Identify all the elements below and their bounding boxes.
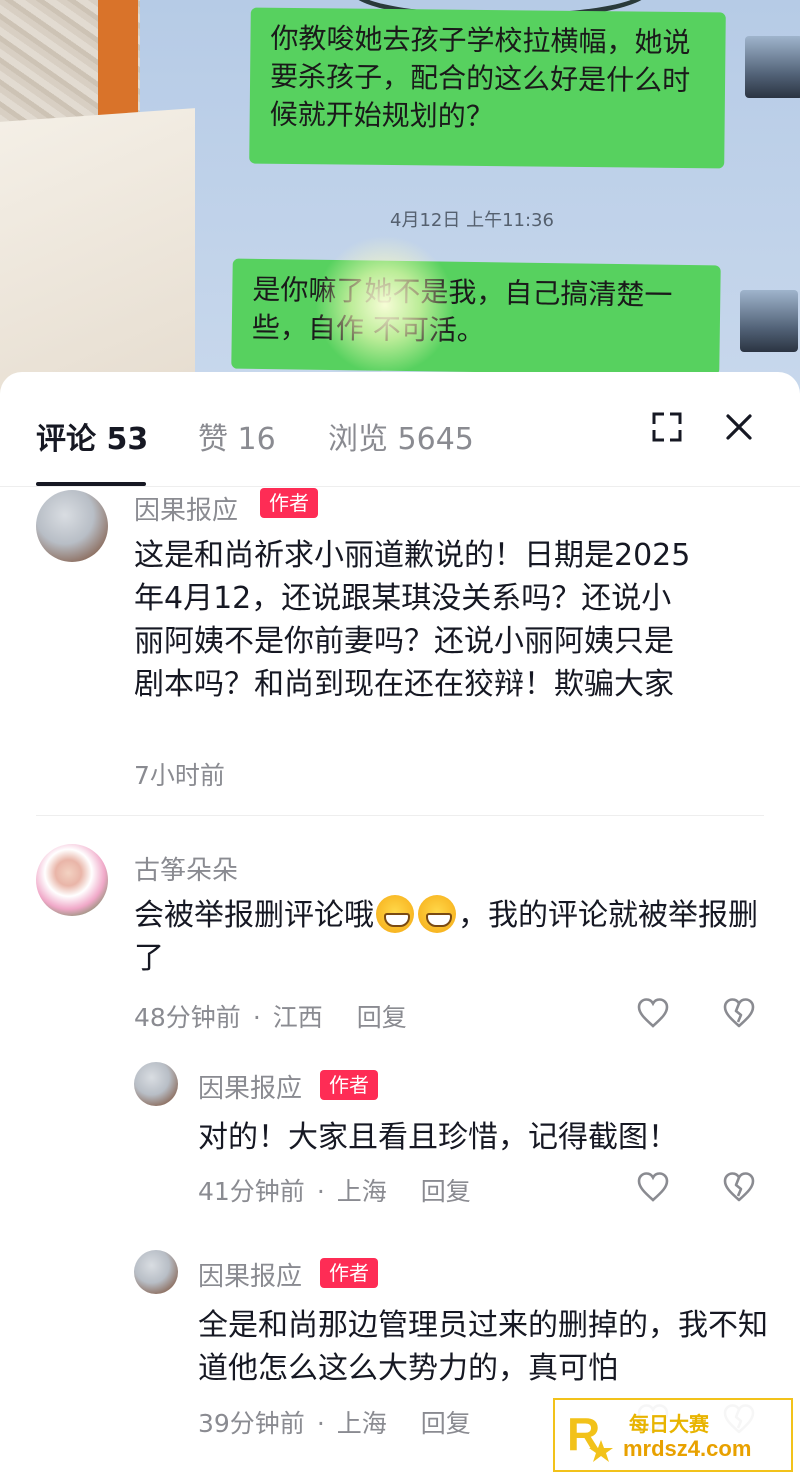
chat-bubble-2: 是你嘛了她不是我，自己搞清楚一些，自作 不可活。 [231, 258, 721, 376]
chat-screenshot-photo: 你教唆她去孩子学校拉横幅，她说要杀孩子，配合的这么好是什么时候就开始规划的？ 4… [0, 0, 800, 400]
site-watermark: R 每日大赛 mrdsz4.com [553, 1398, 793, 1472]
chat-bubble-1: 你教唆她去孩子学校拉横幅，她说要杀孩子，配合的这么好是什么时候就开始规划的？ [249, 7, 726, 169]
reply-button[interactable]: 回复 [421, 1177, 471, 1206]
watermark-title: 每日大赛 [629, 1412, 709, 1436]
comment-meta: 48分钟前 · 江西 回复 [134, 1003, 407, 1032]
comment-time: 48分钟前 [134, 1003, 241, 1032]
tabs-divider [0, 486, 800, 487]
comment-tabs: 评论 53 赞 16 浏览 5645 [0, 372, 800, 490]
watermark-url: mrdsz4.com [623, 1436, 752, 1461]
light-glare [315, 235, 455, 375]
tab-comments[interactable]: 评论 53 [36, 414, 148, 458]
reply-button[interactable]: 回复 [421, 1409, 471, 1438]
chat-timestamp: 4月12日 上午11:36 [390, 210, 554, 231]
close-icon[interactable] [722, 410, 756, 444]
reply-text: 全是和尚那边管理员过来的删掉的，我不知道他怎么这么大势力的，真可怕 [198, 1308, 768, 1386]
comment-author-name[interactable]: 因果报应 [134, 490, 238, 527]
reply-author-name[interactable]: 因果报应 [198, 1068, 302, 1105]
chat-avatar-1 [745, 36, 800, 98]
tissue-paper [0, 108, 195, 400]
avatar[interactable] [134, 1062, 178, 1106]
reply-text: 对的！大家且看且珍惜，记得截图！ [198, 1120, 678, 1155]
grin-emoji-icon [376, 895, 414, 933]
comment-time: 7小时前 [134, 761, 225, 790]
comment-meta: 7小时前 [134, 756, 225, 792]
comment-item: 因果报应 作者 这是和尚祈求小丽道歉说的！日期是2025年4月12，还说跟某琪没… [0, 488, 800, 810]
expand-icon[interactable] [650, 410, 684, 444]
chat-avatar-2 [740, 290, 798, 352]
comment-text: 会被举报删评论哦 ，我的评论就被举报删了 [134, 894, 774, 980]
reply-location: 上海 [336, 1409, 387, 1438]
dislike-broken-heart-icon[interactable] [722, 996, 756, 1030]
like-heart-icon[interactable] [636, 996, 670, 1030]
avatar[interactable] [134, 1250, 178, 1294]
watermark-logo-icon: R [567, 1408, 613, 1462]
author-badge: 作者 [320, 1070, 378, 1100]
author-badge: 作者 [320, 1258, 378, 1288]
comment-location: 江西 [272, 1003, 323, 1032]
avatar[interactable] [36, 844, 108, 916]
reply-location: 上海 [336, 1177, 387, 1206]
tab-views[interactable]: 浏览 5645 [328, 414, 474, 458]
avatar[interactable] [36, 490, 108, 562]
like-heart-icon[interactable] [636, 1170, 670, 1204]
reply-time: 41分钟前 [198, 1177, 305, 1206]
reply-time: 39分钟前 [198, 1409, 305, 1438]
grin-emoji-icon [418, 895, 456, 933]
reply-button[interactable]: 回复 [357, 1003, 407, 1032]
reply-author-name[interactable]: 因果报应 [198, 1256, 302, 1293]
comment-item: 古筝朵朵 会被举报删评论哦 ，我的评论就被举报删了 48分钟前 · 江西 回复 [0, 844, 800, 1044]
comment-text-part: 会被举报删评论哦 [134, 898, 374, 933]
tab-likes[interactable]: 赞 16 [198, 414, 276, 458]
dislike-broken-heart-icon[interactable] [722, 1170, 756, 1204]
comment-text: 这是和尚祈求小丽道歉说的！日期是2025年4月12，还说跟某琪没关系吗？还说小丽… [134, 538, 691, 702]
reply-meta: 41分钟前 · 上海 回复 [198, 1177, 471, 1206]
comment-author-name[interactable]: 古筝朵朵 [134, 850, 238, 887]
comment-divider [36, 815, 764, 816]
reply-item: 因果报应 作者 对的！大家且看且珍惜，记得截图！ 41分钟前 · 上海 回复 [0, 1062, 800, 1222]
author-badge: 作者 [260, 488, 318, 518]
reply-meta: 39分钟前 · 上海 回复 [198, 1409, 471, 1438]
